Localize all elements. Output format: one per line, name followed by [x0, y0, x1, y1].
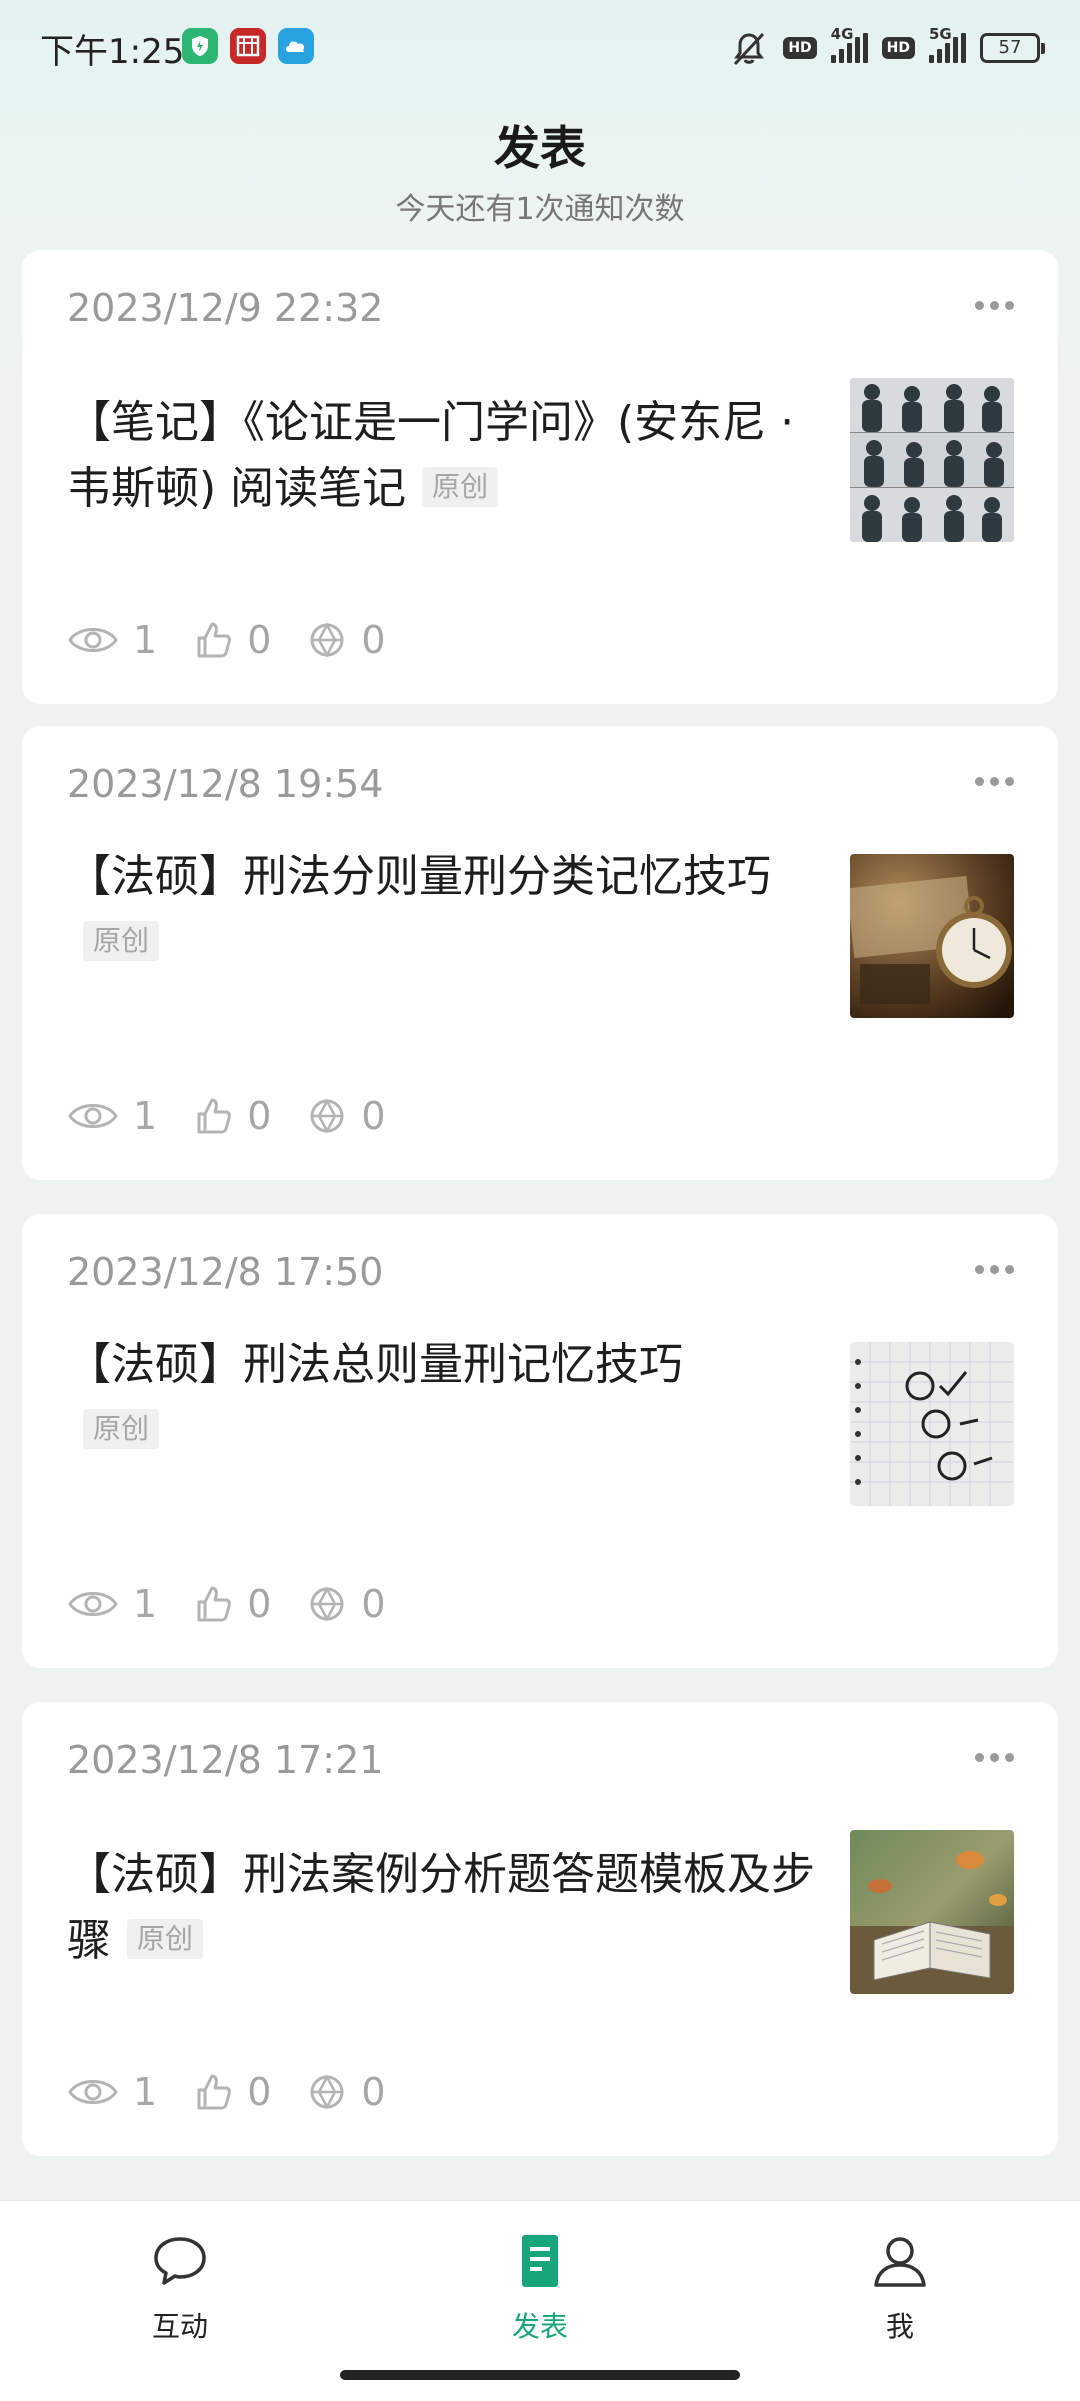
- more-options-icon[interactable]: [964, 280, 1024, 330]
- article-date: 2023/12/8 17:50: [67, 1250, 384, 1294]
- bell-muted-icon: [734, 32, 765, 66]
- article-title[interactable]: 【法硕】刑法总则量刑记忆技巧 原创: [67, 1332, 827, 1464]
- article-thumbnail[interactable]: [850, 1342, 1014, 1506]
- shares-stat[interactable]: 0: [307, 1094, 386, 1138]
- likes-stat[interactable]: 0: [193, 1582, 271, 1626]
- article-date: 2023/12/8 19:54: [67, 762, 384, 806]
- views-stat: 1: [67, 1582, 157, 1626]
- eye-icon: [68, 1592, 118, 1616]
- likes-stat[interactable]: 0: [193, 2070, 271, 2114]
- eye-icon: [68, 628, 118, 652]
- hd-icon: HD: [881, 37, 915, 59]
- shield-app-icon: [182, 28, 218, 64]
- article-title[interactable]: 【法硕】刑法案例分析题答题模板及步骤 原创: [67, 1842, 827, 1974]
- status-indicators: HD 4G HD 5G 57: [729, 25, 1045, 70]
- more-options-icon[interactable]: [964, 756, 1024, 806]
- cloud-app-icon: [278, 28, 314, 64]
- article-stats: 1 0 0: [67, 610, 422, 670]
- more-options-icon[interactable]: [964, 1244, 1024, 1294]
- original-tag: 原创: [127, 1919, 204, 1959]
- share-aperture-icon: [310, 1098, 344, 1134]
- thumbs-up-icon: [197, 622, 232, 658]
- article-thumbnail[interactable]: [850, 378, 1014, 542]
- signal-4g-icon: 4G: [830, 25, 868, 63]
- shares-stat[interactable]: 0: [307, 618, 386, 662]
- article-thumbnail[interactable]: [850, 854, 1014, 1018]
- checklist-thumbnail: [850, 1342, 1014, 1506]
- article-thumbnail[interactable]: [850, 1830, 1014, 1994]
- home-indicator[interactable]: [340, 2370, 740, 2380]
- page-header: 发表 今天还有1次通知次数: [0, 118, 1080, 228]
- nav-label: 我: [885, 2310, 914, 2343]
- chat-bubble-icon: [154, 2237, 206, 2285]
- share-aperture-icon: [310, 1586, 344, 1622]
- views-stat: 1: [67, 2070, 157, 2114]
- person-icon: [874, 2237, 926, 2287]
- silhouettes-thumbnail: [850, 378, 1014, 542]
- article-stats: 1 0 0: [67, 2062, 422, 2122]
- signal-5g-icon: 5G: [929, 25, 966, 63]
- thumbs-up-icon: [197, 2074, 232, 2110]
- article-title[interactable]: 【笔记】《论证是一门学问》(安东尼 · 韦斯顿) 阅读笔记 原创: [67, 390, 827, 522]
- article-stats: 1 0 0: [67, 1574, 422, 1634]
- article-title[interactable]: 【法硕】刑法分则量刑分类记忆技巧 原创: [67, 844, 827, 976]
- likes-stat[interactable]: 0: [193, 618, 271, 662]
- article-card[interactable]: 2023/12/9 22:32 【笔记】《论证是一门学问》(安东尼 · 韦斯顿)…: [22, 250, 1058, 704]
- hd-icon: HD: [783, 37, 817, 59]
- likes-stat[interactable]: 0: [193, 1094, 271, 1138]
- nav-item-me[interactable]: 我: [800, 2231, 1000, 2345]
- status-time: 下午1:25: [40, 32, 185, 72]
- nav-item-publish[interactable]: 发表: [440, 2231, 640, 2345]
- thumbs-up-icon: [197, 1586, 232, 1622]
- share-aperture-icon: [310, 622, 344, 658]
- article-card[interactable]: 2023/12/8 19:54 【法硕】刑法分则量刑分类记忆技巧 原创 1 0 …: [22, 726, 1058, 1180]
- eye-icon: [68, 2080, 118, 2104]
- status-bar: 下午1:25 HD 4G HD 5G 57: [0, 0, 1080, 96]
- nav-label: 发表: [511, 2310, 568, 2343]
- notification-count-text: 今天还有1次通知次数: [395, 192, 685, 227]
- article-card[interactable]: 2023/12/8 17:50 【法硕】刑法总则量刑记忆技巧 原创 1 0 0: [22, 1214, 1058, 1668]
- nav-label: 互动: [151, 2310, 208, 2343]
- more-options-icon[interactable]: [964, 1732, 1024, 1782]
- original-tag: 原创: [83, 1409, 160, 1449]
- views-stat: 1: [67, 618, 157, 662]
- original-tag: 原创: [422, 467, 499, 507]
- open-book-thumbnail: [850, 1830, 1014, 1994]
- pocket-watch-thumbnail: [850, 854, 1014, 1018]
- eye-icon: [68, 1104, 118, 1128]
- red-app-icon: [230, 28, 266, 64]
- article-card[interactable]: 2023/12/8 17:21 【法硕】刑法案例分析题答题模板及步骤 原创 1 …: [22, 1702, 1058, 2156]
- article-date: 2023/12/8 17:21: [67, 1738, 384, 1782]
- share-aperture-icon: [310, 2074, 344, 2110]
- article-stats: 1 0 0: [67, 1086, 422, 1146]
- document-icon: [522, 2235, 558, 2287]
- shares-stat[interactable]: 0: [307, 1582, 386, 1626]
- article-date: 2023/12/9 22:32: [67, 286, 384, 330]
- shares-stat[interactable]: 0: [307, 2070, 386, 2114]
- thumbs-up-icon: [197, 1098, 232, 1134]
- nav-item-interact[interactable]: 互动: [80, 2231, 280, 2345]
- views-stat: 1: [67, 1094, 157, 1138]
- battery-icon: 57: [980, 33, 1045, 63]
- original-tag: 原创: [83, 921, 160, 961]
- page-title: 发表: [494, 121, 586, 175]
